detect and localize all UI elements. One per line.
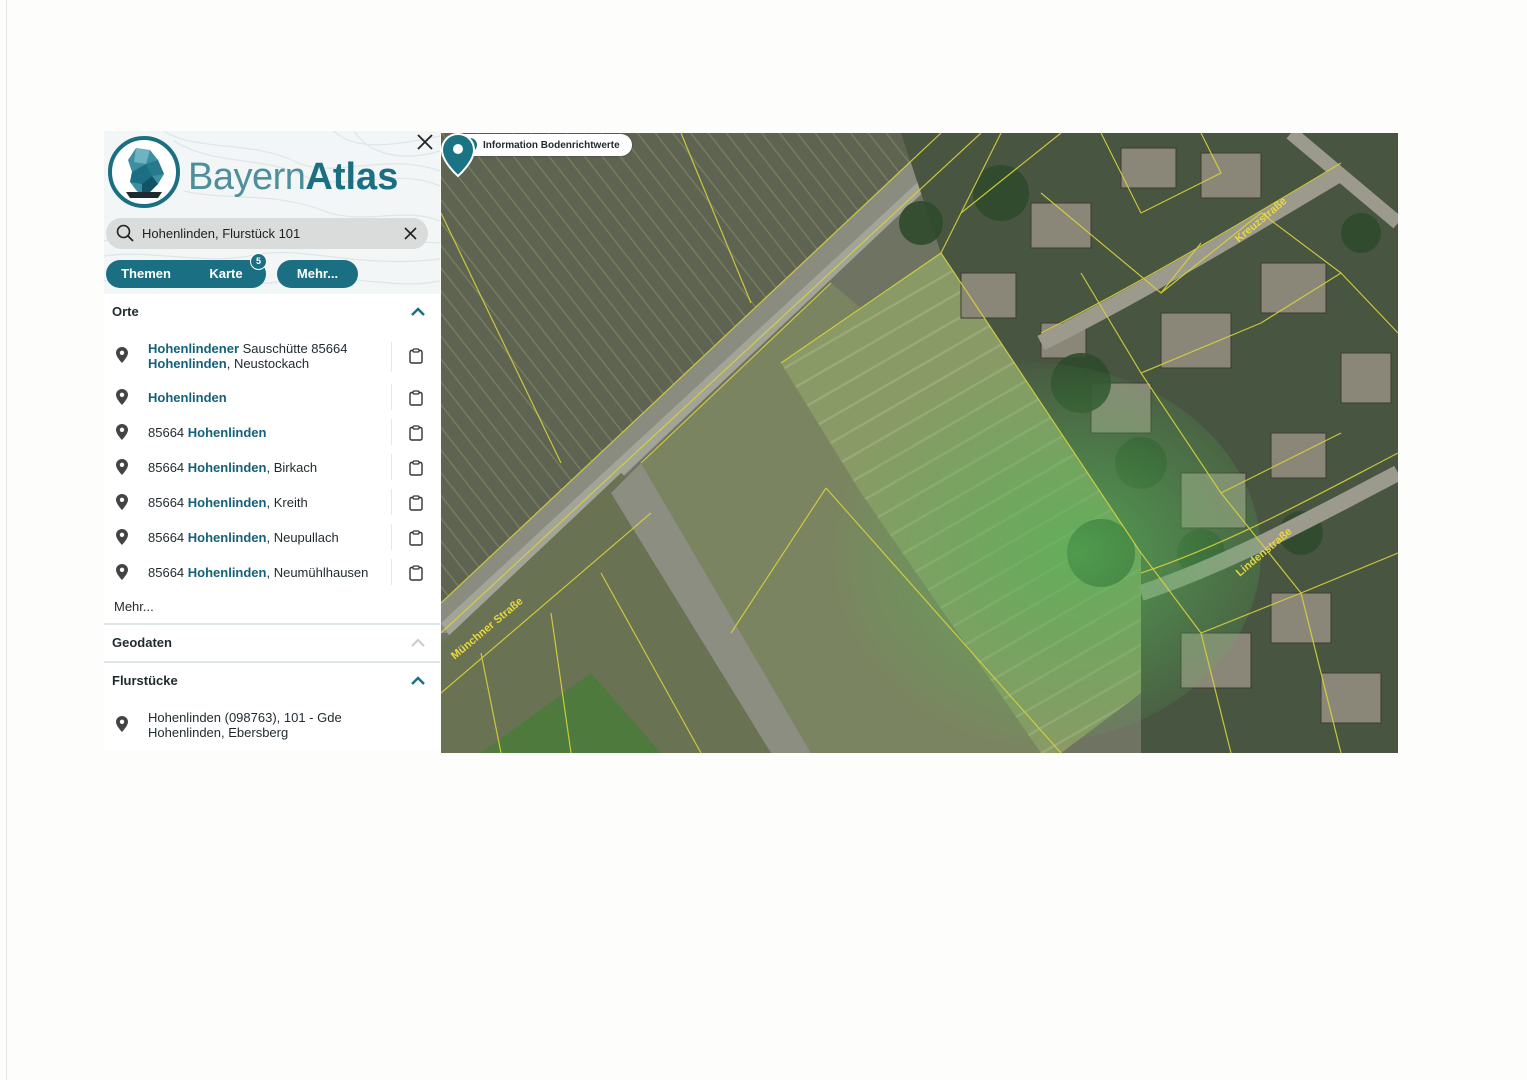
section-title-orte: Orte — [112, 304, 139, 319]
clipboard-icon[interactable] — [409, 460, 423, 476]
section-geodaten-header[interactable]: Geodaten — [104, 625, 440, 659]
search-panel: BayernAtlas Hohenlinden, Flurstück 101 T… — [104, 131, 440, 750]
location-pin-icon — [116, 424, 128, 440]
more-button[interactable]: Mehr... — [277, 260, 358, 288]
result-label: Hohenlindener Sauschütte 85664 Hohenlind… — [148, 341, 347, 371]
chevron-up-icon — [411, 676, 425, 685]
result-label: 85664 Hohenlinden, Neumühlhausen — [148, 565, 368, 580]
chevron-up-icon — [411, 638, 425, 647]
search-icon — [116, 224, 134, 242]
map-view[interactable]: i Information Bodenrichtwerte Münchner S… — [441, 133, 1398, 753]
logo-text-bold: Atlas — [305, 156, 399, 198]
result-name-highlight: Hohenlinden — [148, 356, 227, 371]
search-input[interactable]: Hohenlinden, Flurstück 101 — [106, 218, 428, 249]
result-prefix: 85664 — [148, 460, 188, 475]
tab-karte-badge: 5 — [250, 253, 267, 270]
panel-header: BayernAtlas Hohenlinden, Flurstück 101 T… — [104, 131, 440, 294]
result-name-highlight: Hohenlinden — [187, 565, 267, 580]
location-pin-icon — [116, 564, 128, 580]
result-name-rest: , Neumühlhausen — [266, 565, 369, 580]
tab-group: Themen Karte — [106, 260, 266, 288]
result-label: 85664 Hohenlinden, Birkach — [148, 460, 317, 475]
result-name-rest: Sauschütte 85664 — [239, 341, 348, 356]
result-name-rest: , Birkach — [266, 460, 318, 475]
divider — [391, 524, 392, 550]
info-chip-bodenrichtwerte[interactable]: i Information Bodenrichtwerte — [455, 134, 632, 156]
location-pin-icon — [116, 716, 128, 732]
location-pin-icon — [116, 459, 128, 475]
clipboard-icon[interactable] — [409, 390, 423, 406]
list-item[interactable]: 85664 Hohenlinden, Neupullach — [104, 520, 440, 554]
section-title-geodaten: Geodaten — [112, 635, 172, 650]
parcel-line-1: Hohenlinden (098763), 101 - Gde — [148, 710, 342, 725]
info-chip-label: Information Bodenrichtwerte — [483, 139, 620, 151]
clipboard-icon[interactable] — [409, 425, 423, 441]
divider — [391, 342, 392, 372]
search-query: Hohenlinden, Flurstück 101 — [142, 226, 301, 241]
more-results-link[interactable]: Mehr... — [114, 599, 154, 614]
result-prefix: 85664 — [148, 565, 188, 580]
divider — [391, 489, 392, 515]
result-name-highlight: Hohenlinden — [187, 425, 267, 440]
list-item[interactable]: Hohenlindener Sauschütte 85664 Hohenlind… — [104, 336, 440, 376]
logo-text-light: Bayern — [188, 156, 306, 198]
result-name-rest: , Neupullach — [266, 530, 339, 545]
result-prefix: 85664 — [148, 495, 188, 510]
divider — [391, 419, 392, 445]
chevron-up-icon — [411, 307, 425, 316]
list-item[interactable]: Hohenlinden (098763), 101 - Gde Hohenlin… — [104, 707, 440, 747]
bayernatlas-wordmark: BayernAtlas — [188, 154, 398, 200]
result-label: Hohenlinden — [148, 390, 227, 405]
result-prefix: 85664 — [148, 425, 188, 440]
parcel-line-2: Hohenlinden, Ebersberg — [148, 725, 289, 740]
result-name-highlight: Hohenlindener — [148, 341, 240, 356]
result-name-rest: , Kreith — [266, 495, 308, 510]
section-flurstuecke-header[interactable]: Flurstücke — [104, 663, 440, 697]
clipboard-icon[interactable] — [409, 530, 423, 546]
close-icon[interactable] — [414, 131, 436, 153]
clear-icon[interactable] — [404, 227, 417, 240]
location-pin-icon — [116, 529, 128, 545]
clipboard-icon[interactable] — [409, 348, 423, 364]
divider — [391, 454, 392, 480]
map-marker-icon[interactable] — [441, 133, 475, 177]
location-pin-icon — [116, 389, 128, 405]
divider — [391, 384, 392, 410]
result-name-highlight: Hohenlinden — [187, 530, 267, 545]
bayernatlas-logo-icon — [108, 136, 180, 208]
clipboard-icon[interactable] — [409, 495, 423, 511]
list-item[interactable]: 85664 Hohenlinden — [104, 415, 440, 449]
location-pin-icon — [116, 494, 128, 510]
location-pin-icon — [116, 347, 128, 363]
tab-themen[interactable]: Themen — [106, 260, 186, 288]
result-label: 85664 Hohenlinden — [148, 425, 266, 440]
list-item[interactable]: 85664 Hohenlinden, Birkach — [104, 450, 440, 484]
result-prefix: 85664 — [148, 530, 188, 545]
result-label: 85664 Hohenlinden, Neupullach — [148, 530, 339, 545]
divider — [391, 559, 392, 585]
section-title-flurstuecke: Flurstücke — [112, 673, 178, 688]
result-label: Hohenlinden (098763), 101 - Gde Hohenlin… — [148, 710, 342, 740]
result-name-highlight: Hohenlinden — [187, 495, 267, 510]
result-label: 85664 Hohenlinden, Kreith — [148, 495, 308, 510]
list-item[interactable]: 85664 Hohenlinden, Neumühlhausen — [104, 555, 440, 589]
section-orte-header[interactable]: Orte — [104, 294, 440, 328]
result-name-highlight: Hohenlinden — [148, 390, 227, 405]
list-item[interactable]: 85664 Hohenlinden, Kreith — [104, 485, 440, 519]
result-name-rest: , Neustockach — [226, 356, 310, 371]
clipboard-icon[interactable] — [409, 565, 423, 581]
result-name-highlight: Hohenlinden — [187, 460, 267, 475]
list-item[interactable]: Hohenlinden — [104, 380, 440, 414]
scan-edge — [6, 0, 7, 1080]
